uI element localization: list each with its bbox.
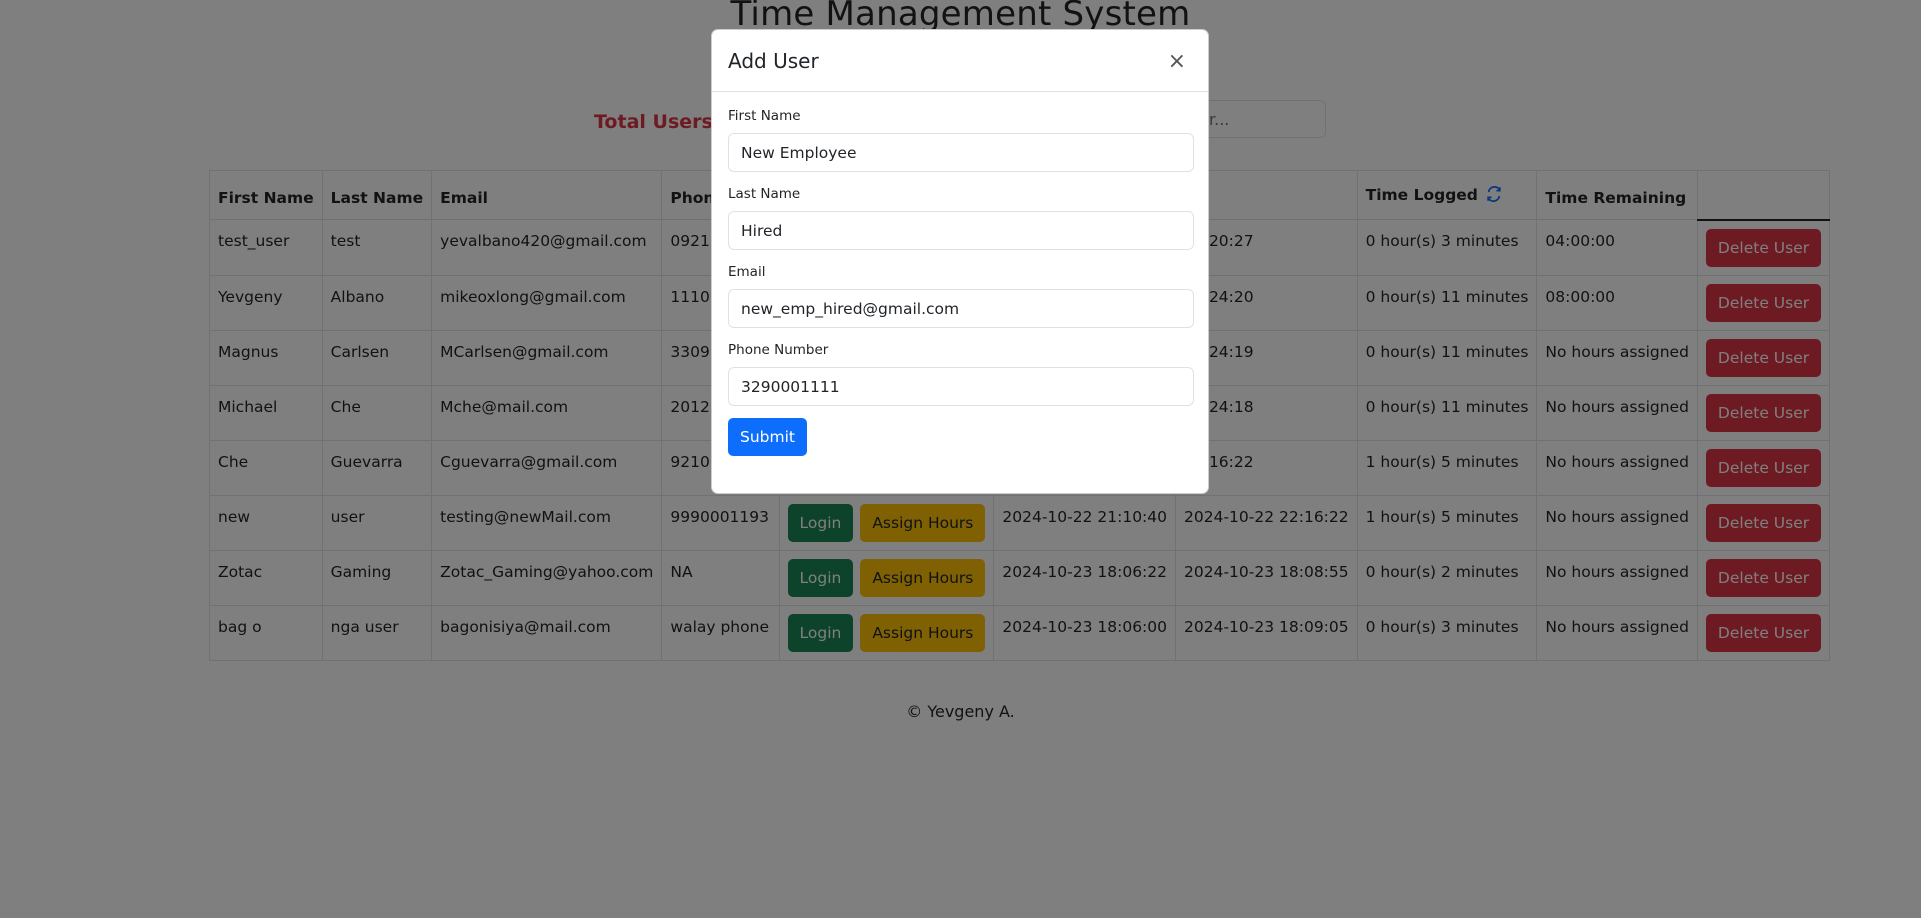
last-name-input[interactable] bbox=[728, 211, 1194, 250]
submit-button[interactable]: Submit bbox=[728, 418, 807, 456]
first-name-group: First Name bbox=[728, 108, 1194, 172]
phone-group: Phone Number bbox=[728, 342, 1194, 406]
modal-body: First Name Last Name Email Phone Number … bbox=[712, 92, 1208, 456]
first-name-input[interactable] bbox=[728, 133, 1194, 172]
last-name-group: Last Name bbox=[728, 186, 1194, 250]
add-user-modal: Add User × First Name Last Name Email Ph… bbox=[711, 29, 1209, 494]
first-name-label: First Name bbox=[728, 108, 801, 124]
email-input[interactable] bbox=[728, 289, 1194, 328]
email-group: Email bbox=[728, 264, 1194, 328]
modal-header: Add User × bbox=[712, 30, 1208, 92]
phone-label: Phone Number bbox=[728, 342, 829, 358]
last-name-label: Last Name bbox=[728, 186, 801, 202]
email-label: Email bbox=[728, 264, 766, 280]
phone-input[interactable] bbox=[728, 367, 1194, 406]
close-icon[interactable]: × bbox=[1162, 45, 1192, 78]
modal-title: Add User bbox=[728, 48, 819, 73]
